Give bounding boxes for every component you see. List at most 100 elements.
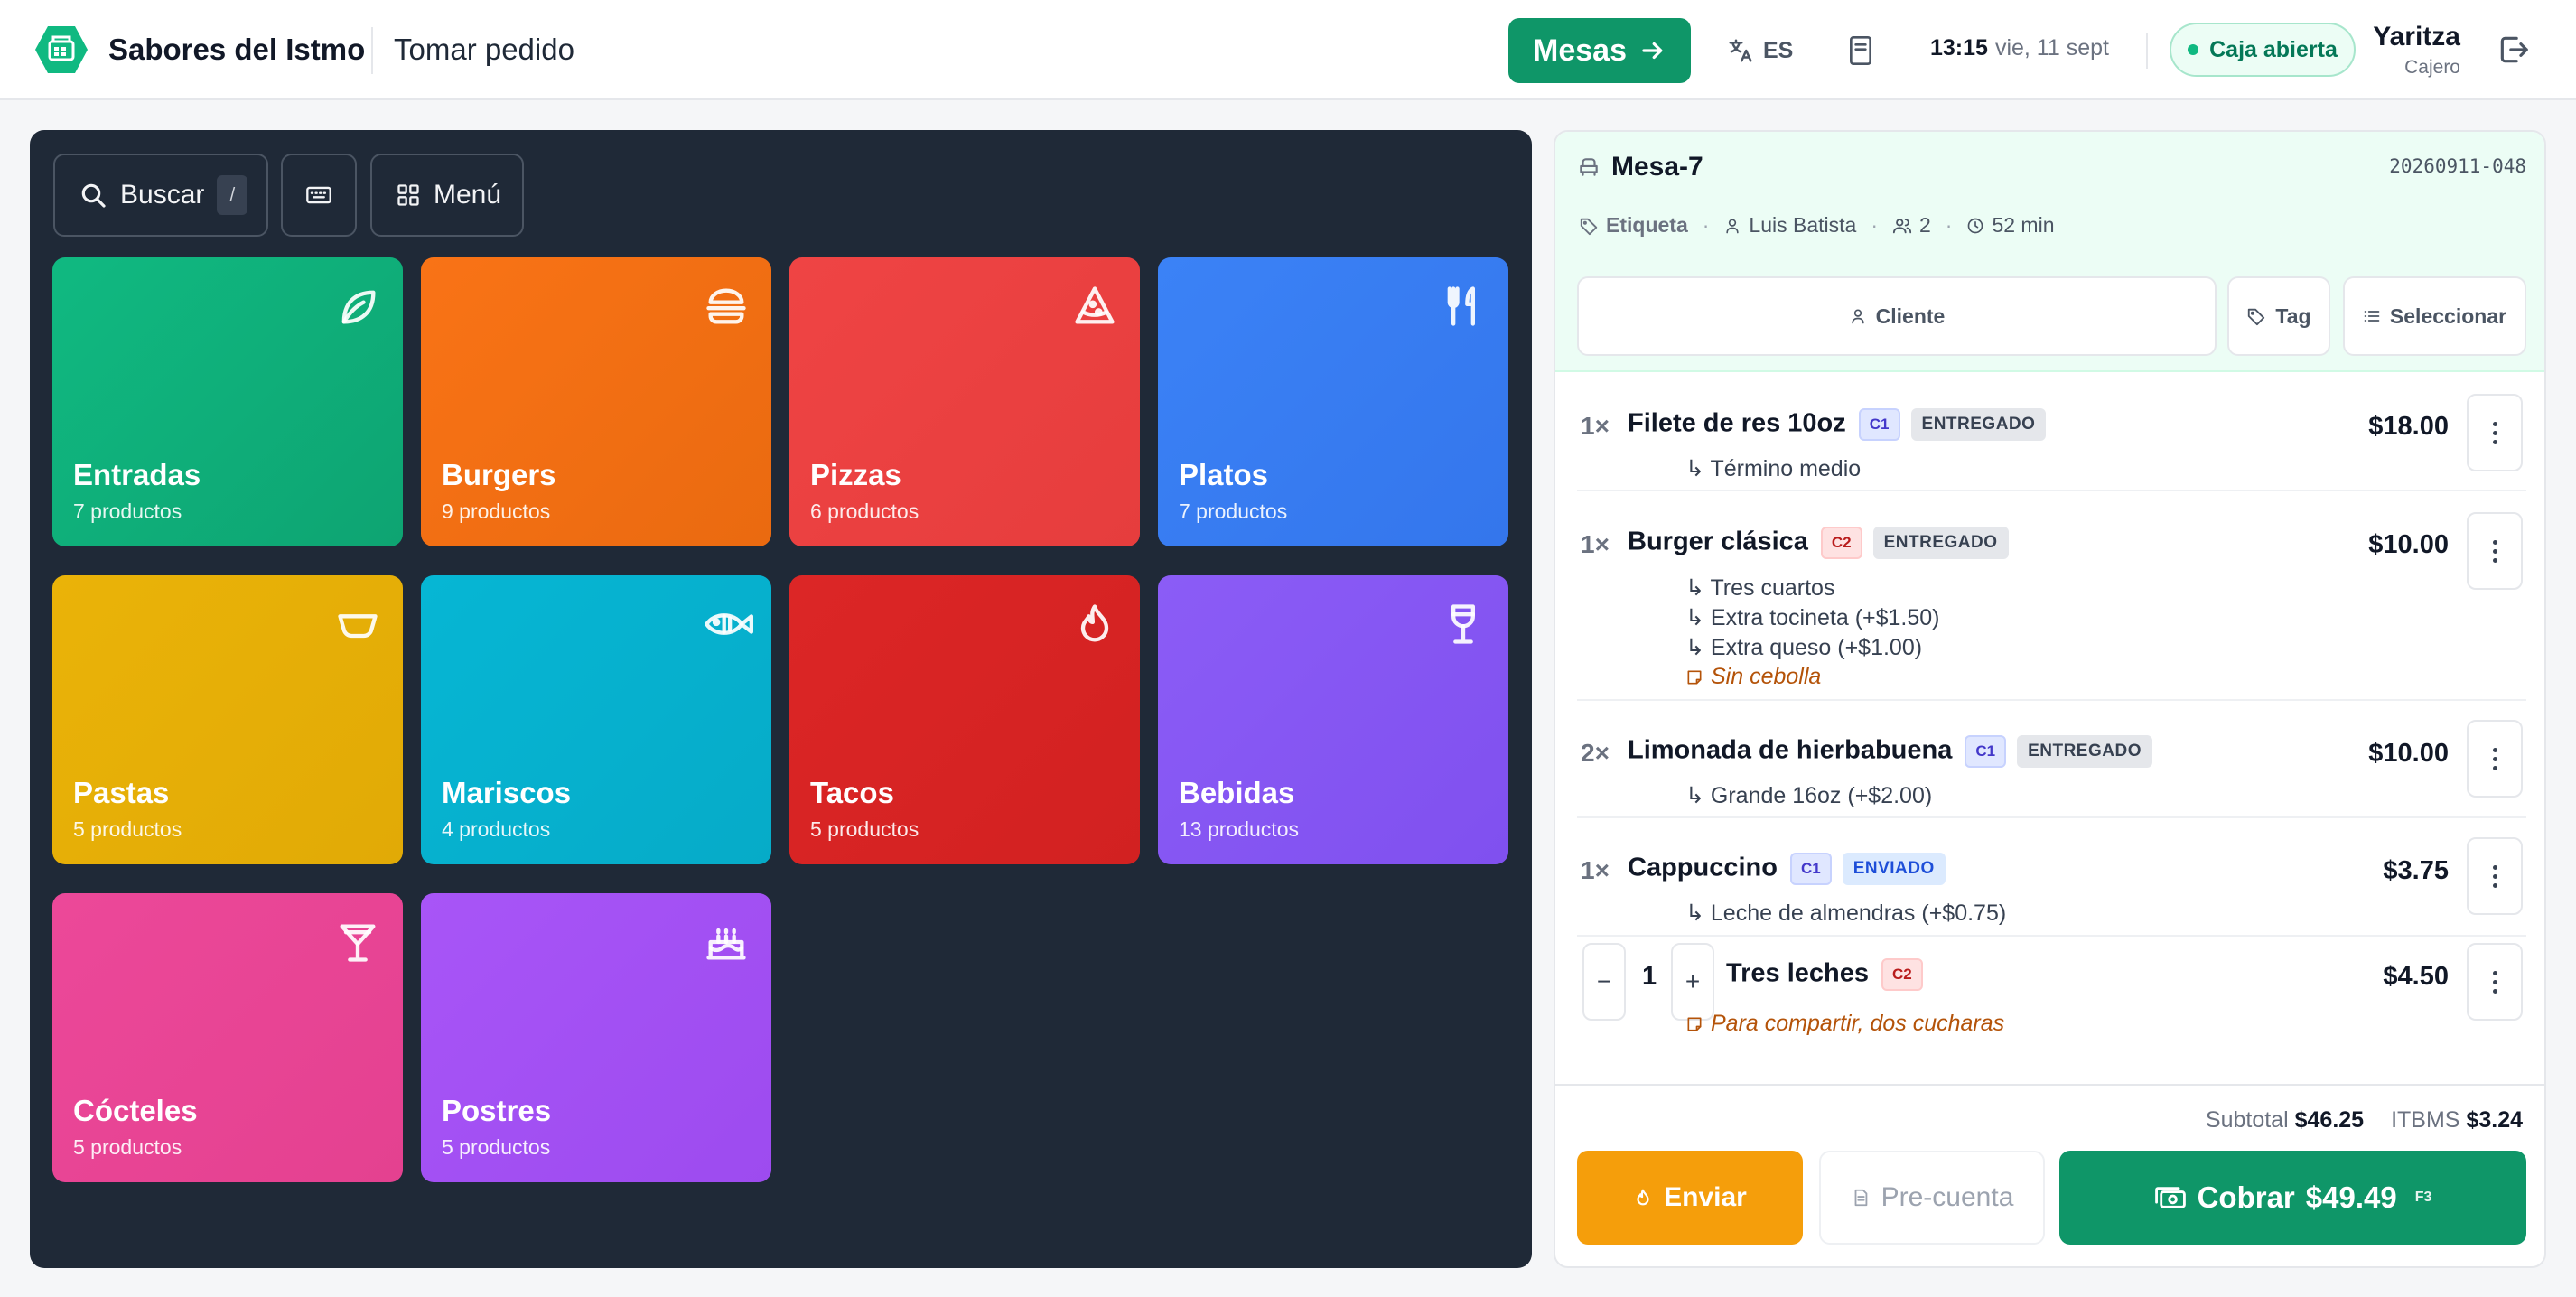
utensils-icon bbox=[1440, 283, 1487, 330]
category-tile-platos[interactable]: Platos 7 productos bbox=[1158, 257, 1508, 546]
category-count: 5 productos bbox=[810, 817, 919, 841]
tag-icon bbox=[2248, 308, 2265, 326]
clock-icon bbox=[1968, 218, 1983, 233]
course-badge: C2 bbox=[1820, 527, 1862, 559]
order-tag-label[interactable]: Etiqueta bbox=[1579, 213, 1688, 238]
item-options-button[interactable] bbox=[2467, 943, 2523, 1021]
subtotal-value: $46.25 bbox=[2294, 1107, 2365, 1133]
cash-register-status-badge[interactable]: Caja abierta bbox=[2170, 23, 2356, 77]
order-number: 20260911-048 bbox=[2389, 155, 2526, 177]
logout-button[interactable] bbox=[2497, 33, 2531, 67]
charge-shortcut: F3 bbox=[2414, 1190, 2432, 1205]
note-icon bbox=[1687, 670, 1702, 684]
order-item[interactable]: 2× Limonada de hierbabuena C1 ENTREGADO $1… bbox=[1577, 701, 2526, 818]
decrease-quantity-button[interactable]: − bbox=[1582, 943, 1626, 1021]
order-item[interactable]: 1× Cappuccino C1 ENVIADO $3.75 ↳ Leche de … bbox=[1577, 818, 2526, 937]
category-tile-burgers[interactable]: Burgers 9 productos bbox=[421, 257, 771, 546]
status-badge: ENTREGADO bbox=[1910, 408, 2047, 441]
guest-count: 2 bbox=[1918, 213, 1931, 237]
category-tile-tacos[interactable]: Tacos 5 productos bbox=[789, 575, 1140, 864]
pre-check-button[interactable]: Pre-cuenta bbox=[1819, 1151, 2045, 1245]
search-label: Buscar bbox=[120, 180, 205, 210]
clock-time: 13:15 bbox=[1930, 35, 1988, 61]
search-button[interactable]: Buscar / bbox=[53, 154, 268, 237]
item-name: Filete de res 10oz bbox=[1628, 408, 1846, 438]
meta-separator: · bbox=[1945, 213, 1953, 237]
order-meta: Etiqueta · Luis Batista · 2 · 52 min bbox=[1579, 213, 2055, 238]
menu-label: Menú bbox=[434, 180, 502, 210]
bowl-icon bbox=[334, 601, 381, 648]
customer-button[interactable]: Cliente bbox=[1577, 276, 2217, 356]
category-panel: Buscar / Menú Entradas 7 productos Burge… bbox=[30, 130, 1532, 1268]
charge-button[interactable]: Cobrar $49.49 F3 bbox=[2059, 1151, 2526, 1245]
course-badge: C1 bbox=[1789, 853, 1832, 885]
burger-icon bbox=[703, 283, 750, 330]
order-item[interactable]: 1× Filete de res 10oz C1 ENTREGADO $18.00 … bbox=[1577, 372, 2526, 491]
item-modifier: ↳ Término medio bbox=[1685, 456, 1862, 481]
item-quantity: 1× bbox=[1581, 530, 1610, 558]
item-price: $10.00 bbox=[2368, 530, 2449, 559]
table-name: Mesa-7 bbox=[1611, 152, 1703, 182]
wine-icon bbox=[1440, 601, 1487, 648]
flame-icon bbox=[1071, 601, 1118, 648]
item-modifier: ↳ Tres cuartos bbox=[1685, 575, 1835, 601]
search-icon bbox=[81, 183, 106, 208]
mesas-button[interactable]: Mesas bbox=[1508, 18, 1691, 83]
item-name-row: Cappuccino C1 ENVIADO bbox=[1628, 853, 1946, 885]
item-note: Para compartir, dos cucharas bbox=[1685, 1011, 2004, 1037]
item-price: $18.00 bbox=[2368, 412, 2449, 441]
category-tile-cocteles[interactable]: Cócteles 5 productos bbox=[52, 893, 403, 1182]
charge-button-label: Cobrar bbox=[2197, 1180, 2295, 1214]
send-button[interactable]: Enviar bbox=[1577, 1151, 1803, 1245]
category-count: 9 productos bbox=[442, 499, 551, 523]
category-name: Pastas bbox=[73, 776, 170, 809]
meta-separator: · bbox=[1871, 213, 1878, 237]
cake-icon bbox=[703, 919, 750, 966]
item-name-row: Limonada de hierbabuena C1 ENTREGADO bbox=[1628, 735, 2152, 768]
elapsed-time: 52 min bbox=[1992, 213, 2055, 237]
user-name: Yaritza bbox=[2373, 22, 2460, 51]
category-tile-postres[interactable]: Postres 5 productos bbox=[421, 893, 771, 1182]
list-icon bbox=[2364, 311, 2380, 322]
keyboard-button[interactable] bbox=[281, 154, 357, 237]
meta-separator: · bbox=[1702, 213, 1710, 237]
menu-button[interactable]: Menú bbox=[370, 154, 524, 237]
item-options-button[interactable] bbox=[2467, 720, 2523, 798]
item-options-button[interactable] bbox=[2467, 837, 2523, 915]
mesas-button-label: Mesas bbox=[1533, 33, 1627, 68]
tag-button[interactable]: Tag bbox=[2227, 276, 2330, 356]
tax-label: ITBMS bbox=[2391, 1107, 2460, 1133]
notebook-button[interactable] bbox=[1846, 33, 1875, 69]
user-icon bbox=[1851, 309, 1864, 324]
language-selector[interactable]: ES bbox=[1727, 31, 1793, 70]
increase-quantity-button[interactable]: + bbox=[1671, 943, 1714, 1021]
item-name: Tres leches bbox=[1726, 958, 1869, 988]
item-name-row: Burger clásica C2 ENTREGADO bbox=[1628, 527, 2009, 559]
item-options-button[interactable] bbox=[2467, 512, 2523, 590]
select-button[interactable]: Seleccionar bbox=[2343, 276, 2526, 356]
item-name-row: Filete de res 10oz C1 ENTREGADO bbox=[1628, 408, 2047, 441]
item-name: Burger clásica bbox=[1628, 527, 1808, 556]
category-name: Mariscos bbox=[442, 776, 572, 809]
category-tile-pizzas[interactable]: Pizzas 6 productos bbox=[789, 257, 1140, 546]
leaf-icon bbox=[334, 283, 381, 330]
item-note: Sin cebolla bbox=[1685, 664, 1821, 690]
order-item-pending[interactable]: − 1 + Tres leches C2 $4.50 Para compartir… bbox=[1577, 937, 2526, 1055]
course-badge: C2 bbox=[1881, 958, 1923, 991]
category-tile-mariscos[interactable]: Mariscos 4 productos bbox=[421, 575, 771, 864]
category-tile-bebidas[interactable]: Bebidas 13 productos bbox=[1158, 575, 1508, 864]
category-tile-pastas[interactable]: Pastas 5 productos bbox=[52, 575, 403, 864]
category-name: Entradas bbox=[73, 458, 201, 491]
table-title: Mesa-7 bbox=[1577, 152, 1703, 182]
order-item[interactable]: 1× Burger clásica C2 ENTREGADO $10.00 ↳ Tr… bbox=[1577, 491, 2526, 701]
item-name: Limonada de hierbabuena bbox=[1628, 735, 1953, 765]
language-code: ES bbox=[1763, 37, 1794, 63]
item-options-button[interactable] bbox=[2467, 394, 2523, 471]
waiter-name: Luis Batista bbox=[1749, 213, 1857, 237]
category-tile-entradas[interactable]: Entradas 7 productos bbox=[52, 257, 403, 546]
pre-check-button-label: Pre-cuenta bbox=[1881, 1182, 2014, 1212]
order-guests: 2 bbox=[1892, 213, 1931, 238]
cash-icon bbox=[2154, 1187, 2186, 1208]
order-waiter: Luis Batista bbox=[1723, 213, 1856, 238]
course-badge: C1 bbox=[1858, 408, 1900, 441]
